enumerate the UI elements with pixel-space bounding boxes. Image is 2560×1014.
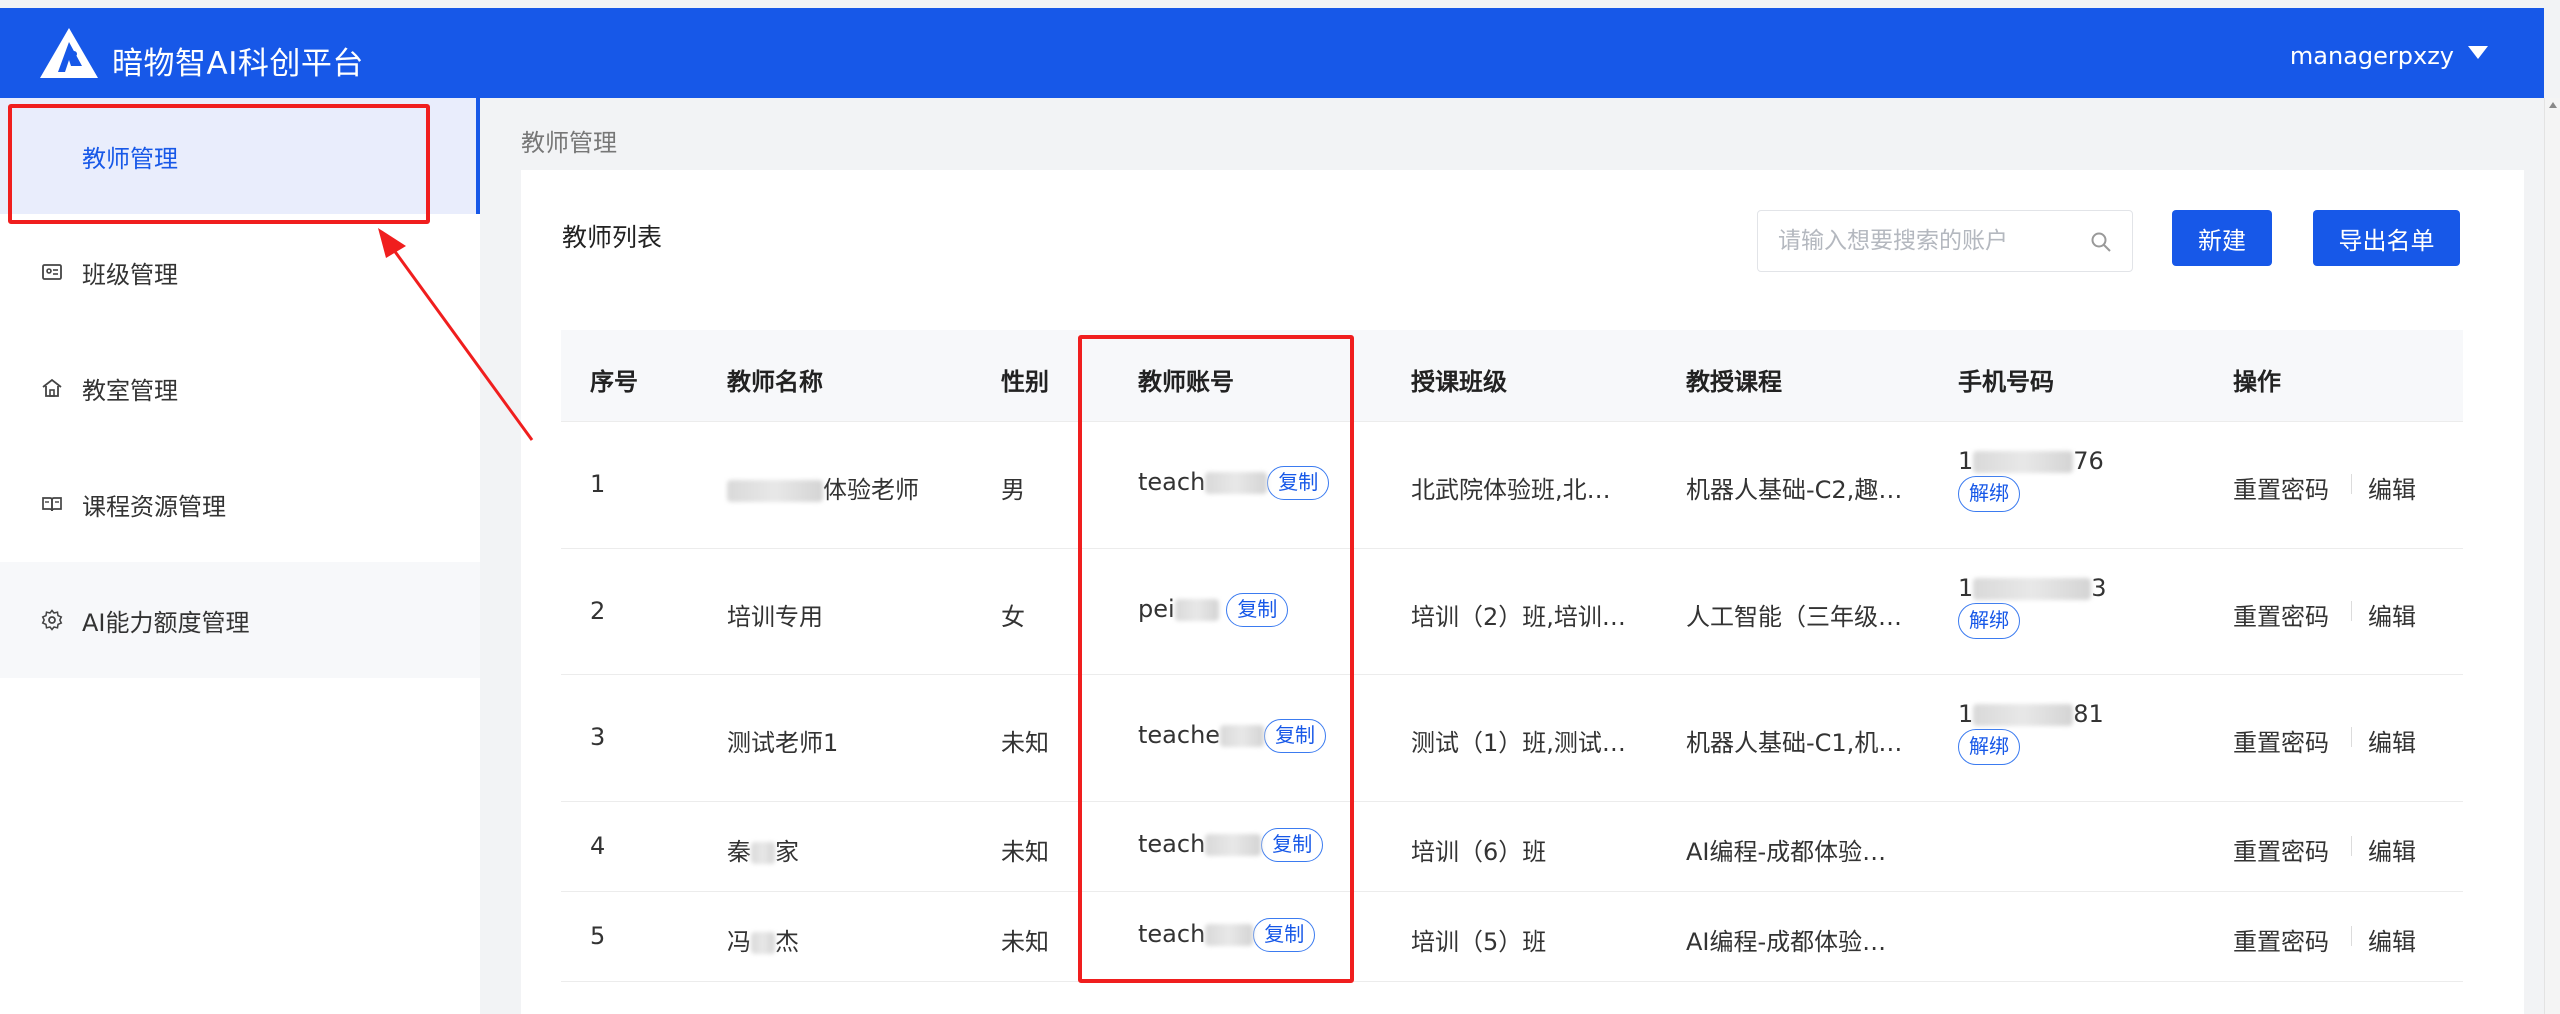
- unbind-button[interactable]: 解绑: [1958, 476, 2020, 512]
- teaching-courses: 人工智能（三年级…: [1686, 603, 1902, 631]
- teaching-courses: 机器人基础-C2,趣…: [1686, 476, 1903, 504]
- scroll-up-icon[interactable]: [2549, 102, 2557, 108]
- search-input[interactable]: [1778, 225, 2078, 257]
- row-index: 5: [590, 922, 606, 950]
- teacher-list-panel: 教师列表 新建 导出名单 序号 教师名称 性别 教师账号 授课班级 教授课程 手…: [521, 170, 2524, 1014]
- table-row: 1 体验老师 男 teach 复制 北武院体验班,北… 机器人基础-C2,趣… 1…: [561, 422, 2463, 549]
- reset-password-link[interactable]: 重置密码: [2233, 832, 2329, 867]
- teacher-name: 培训专用: [727, 603, 823, 631]
- gear-icon: [41, 609, 63, 631]
- table-header: 序号 教师名称 性别 教师账号 授课班级 教授课程 手机号码 操作: [561, 330, 2463, 422]
- row-index: 1: [590, 470, 606, 498]
- table-row: 3 测试老师1 未知 teache 复制 测试（1）班,测试… 机器人基础-C1,…: [561, 675, 2463, 802]
- table-row: 4 秦家 未知 teach 复制 培训（6）班 AI编程-成都体验… 重置密码 编…: [561, 802, 2463, 892]
- vertical-scrollbar[interactable]: [2544, 98, 2560, 1014]
- divider: [2351, 926, 2352, 946]
- table-row: 2 培训专用 女 pei 复制 培训（2）班,培训… 人工智能（三年级… 13解…: [561, 549, 2463, 675]
- reset-password-link[interactable]: 重置密码: [2233, 922, 2329, 957]
- table-row: 5 冯杰 未知 teach 复制 培训（5）班 AI编程-成都体验… 重置密码 编…: [561, 892, 2463, 982]
- app-title: 暗物智AI科创平台: [112, 46, 364, 82]
- sidebar-item-ai-quota[interactable]: AI能力额度管理: [0, 562, 480, 678]
- sidebar-item-label: AI能力额度管理: [82, 608, 250, 637]
- edit-link[interactable]: 编辑: [2368, 470, 2416, 505]
- teaching-classes: 北武院体验班,北…: [1411, 476, 1611, 504]
- search-box: [1757, 210, 2133, 272]
- sidebar-item-label: 班级管理: [82, 260, 178, 289]
- edit-link[interactable]: 编辑: [2368, 597, 2416, 632]
- phone-number: 1 76 解绑: [1958, 446, 2104, 512]
- teacher-name: 测试老师1: [727, 729, 839, 757]
- teacher-gender: 未知: [1001, 838, 1049, 866]
- edit-link[interactable]: 编辑: [2368, 723, 2416, 758]
- id-card-icon: [42, 264, 62, 280]
- annotation-box-account-column: [1078, 335, 1354, 983]
- column-header: 教师名称: [727, 368, 823, 396]
- teaching-classes: 测试（1）班,测试…: [1411, 729, 1626, 757]
- logo-icon: [40, 28, 98, 78]
- teaching-courses: 机器人基础-C1,机…: [1686, 729, 1903, 757]
- column-header: 操作: [2233, 368, 2281, 396]
- unbind-button[interactable]: 解绑: [1958, 729, 2020, 765]
- phone-number: 1 81 解绑: [1958, 699, 2104, 765]
- teacher-gender: 未知: [1001, 729, 1049, 757]
- top-header: 暗物智AI科创平台 managerpxzy: [0, 8, 2544, 98]
- column-header: 授课班级: [1411, 368, 1507, 396]
- sidebar-item-label: 教室管理: [82, 376, 178, 405]
- unbind-button[interactable]: 解绑: [1958, 603, 2020, 639]
- phone-number: 1 3 解绑: [1958, 573, 2107, 639]
- teacher-name: 冯杰: [727, 928, 799, 956]
- divider: [2351, 601, 2352, 621]
- edit-link[interactable]: 编辑: [2368, 922, 2416, 957]
- teacher-gender: 女: [1001, 603, 1025, 631]
- export-list-button[interactable]: 导出名单: [2313, 210, 2460, 266]
- teacher-name: 体验老师: [727, 470, 919, 505]
- search-icon[interactable]: [2090, 231, 2112, 253]
- column-header: 手机号码: [1958, 368, 2054, 396]
- reset-password-link[interactable]: 重置密码: [2233, 597, 2329, 632]
- row-index: 2: [590, 597, 606, 625]
- username-menu[interactable]: managerpxzy: [2290, 42, 2454, 70]
- home-icon: [42, 378, 62, 397]
- edit-link[interactable]: 编辑: [2368, 832, 2416, 867]
- sidebar-item-label: 课程资源管理: [82, 492, 226, 521]
- new-teacher-button[interactable]: 新建: [2172, 210, 2272, 266]
- annotation-box-sidebar: [8, 104, 430, 224]
- teaching-courses: AI编程-成都体验…: [1686, 928, 1887, 956]
- sidebar-item-course-resources[interactable]: 课程资源管理: [0, 446, 480, 562]
- teaching-classes: 培训（5）班: [1411, 928, 1547, 956]
- teacher-name: 秦家: [727, 838, 799, 866]
- divider: [2351, 836, 2352, 856]
- divider: [2351, 474, 2352, 494]
- row-index: 4: [590, 832, 606, 860]
- annotation-arrow-icon: [378, 228, 534, 441]
- teaching-classes: 培训（6）班: [1411, 838, 1547, 866]
- divider: [2351, 727, 2352, 747]
- book-icon: [42, 497, 62, 512]
- column-header: 性别: [1001, 368, 1049, 396]
- teacher-gender: 未知: [1001, 928, 1049, 956]
- panel-title: 教师列表: [562, 223, 663, 252]
- chevron-down-icon[interactable]: [2468, 46, 2488, 59]
- teacher-gender: 男: [1001, 476, 1025, 504]
- teaching-courses: AI编程-成都体验…: [1686, 838, 1887, 866]
- row-index: 3: [590, 723, 606, 751]
- column-header: 序号: [590, 368, 638, 396]
- teaching-classes: 培训（2）班,培训…: [1411, 603, 1626, 631]
- breadcrumb: 教师管理: [521, 129, 617, 157]
- reset-password-link[interactable]: 重置密码: [2233, 723, 2329, 758]
- reset-password-link[interactable]: 重置密码: [2233, 470, 2329, 505]
- column-header: 教授课程: [1686, 368, 1782, 396]
